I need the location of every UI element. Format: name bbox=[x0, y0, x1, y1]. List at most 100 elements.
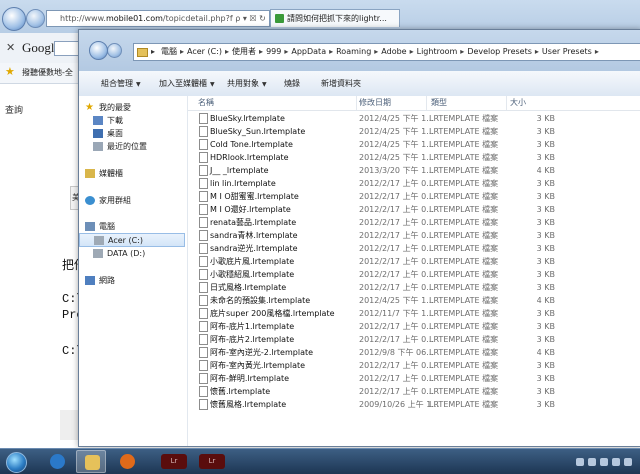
breadcrumb-item[interactable]: AppData bbox=[291, 47, 326, 56]
browser-tab[interactable]: 請問如何把抓下來的lightr... bbox=[270, 9, 400, 27]
column-divider[interactable] bbox=[426, 96, 427, 110]
breadcrumb-separator[interactable]: ▸ bbox=[374, 47, 378, 56]
file-row[interactable]: J__ _lrtemplate 2013/3/20 下午 1... LRTEMPLA… bbox=[188, 164, 640, 177]
tray-network-icon[interactable] bbox=[588, 458, 596, 466]
nav-homegroup[interactable]: 家用群組 bbox=[79, 194, 185, 208]
tray-flag-icon[interactable] bbox=[624, 458, 632, 466]
breadcrumb[interactable]: ▸ 電腦 ▸ Acer (C:) ▸ 使用者 ▸ 999 ▸ AppData ▸ Roaming ▸ A… bbox=[133, 43, 640, 61]
file-row[interactable]: 阿布-底片1.lrtemplate 2012/2/17 上午 0... LRTEMP… bbox=[188, 320, 640, 333]
breadcrumb-item[interactable]: 999 bbox=[266, 47, 281, 56]
share-with-button[interactable]: 共用對象 ▼ bbox=[227, 78, 267, 89]
nav-libraries[interactable]: 媒體櫃 bbox=[79, 167, 185, 181]
file-row[interactable]: 阿布-室內逆光-2.lrtemplate 2012/9/8 下午 06... LRT… bbox=[188, 346, 640, 359]
forward-arrow-icon[interactable] bbox=[26, 9, 45, 28]
breadcrumb-item[interactable]: Roaming bbox=[336, 47, 371, 56]
breadcrumb-separator[interactable]: ▸ bbox=[460, 47, 464, 56]
file-date: 2012/2/17 上午 0... bbox=[359, 374, 434, 383]
file-row[interactable]: 阿布-底片2.lrtemplate 2012/2/17 上午 0... LRTEMP… bbox=[188, 333, 640, 346]
column-type[interactable]: 類型 bbox=[431, 97, 447, 108]
file-row[interactable]: 未命名的預設集.lrtemplate 2012/4/25 下午 1... LRTEM… bbox=[188, 294, 640, 307]
burn-button[interactable]: 燒錄 bbox=[284, 78, 300, 89]
breadcrumb-item[interactable]: 電腦 bbox=[161, 47, 177, 56]
favorites-star-icon[interactable]: ★ bbox=[5, 65, 15, 78]
file-row[interactable]: BlueSky_Sun.lrtemplate 2012/4/25 下午 1... L… bbox=[188, 125, 640, 138]
breadcrumb-item[interactable]: Adobe bbox=[381, 47, 406, 56]
favorites-link[interactable]: 撥聽優數地-全 bbox=[22, 67, 73, 78]
include-in-library-button[interactable]: 加入至媒體櫃 ▼ bbox=[159, 78, 215, 89]
forward-arrow-icon[interactable] bbox=[107, 43, 122, 58]
breadcrumb-separator[interactable]: ▸ bbox=[180, 47, 184, 56]
column-size[interactable]: 大小 bbox=[510, 97, 526, 108]
breadcrumb-separator[interactable]: ▸ bbox=[259, 47, 263, 56]
file-row[interactable]: 阿布-鮮明.lrtemplate 2012/2/17 上午 0... LRTEMPL… bbox=[188, 372, 640, 385]
nav-desktop[interactable]: 桌面 bbox=[79, 127, 185, 141]
file-size: 3 KB bbox=[536, 218, 555, 227]
file-row[interactable]: sandra青林.lrtemplate 2012/2/17 上午 0... LRTE… bbox=[188, 229, 640, 242]
file-row[interactable]: BlueSky.lrtemplate 2012/4/25 下午 1... LRTEM… bbox=[188, 112, 640, 125]
taskbar: Lr Lr bbox=[0, 448, 640, 474]
system-tray bbox=[572, 451, 636, 473]
file-date: 2012/9/8 下午 06... bbox=[359, 348, 434, 357]
breadcrumb-item[interactable]: User Presets bbox=[542, 47, 592, 56]
column-divider[interactable] bbox=[506, 96, 507, 110]
nav-drive-d[interactable]: DATA (D:) bbox=[79, 247, 185, 261]
taskbar-lightroom[interactable]: Lr bbox=[156, 450, 194, 473]
file-name: 阿布-底片1.lrtemplate bbox=[210, 322, 295, 331]
file-row[interactable]: HDRlook.lrtemplate 2012/4/25 下午 1... LRTEM… bbox=[188, 151, 640, 164]
file-row[interactable]: lin lin.lrtemplate 2012/2/17 上午 0... LRTEM… bbox=[188, 177, 640, 190]
file-date: 2012/2/17 上午 0... bbox=[359, 257, 434, 266]
breadcrumb-separator[interactable]: ▸ bbox=[225, 47, 229, 56]
back-arrow-icon[interactable] bbox=[89, 41, 108, 60]
file-name: BlueSky_Sun.lrtemplate bbox=[210, 127, 306, 136]
breadcrumb-item[interactable]: Acer (C:) bbox=[187, 47, 222, 56]
breadcrumb-separator[interactable]: ▸ bbox=[535, 47, 539, 56]
nav-network[interactable]: 網路 bbox=[79, 274, 185, 288]
column-date[interactable]: 修改日期 bbox=[359, 97, 391, 108]
file-date: 2012/2/17 上午 0... bbox=[359, 283, 434, 292]
breadcrumb-separator[interactable]: ▸ bbox=[284, 47, 288, 56]
url-controls[interactable]: ρ ▾ ☒ ↻ ✕ bbox=[235, 14, 269, 23]
taskbar-explorer[interactable] bbox=[76, 450, 106, 473]
back-arrow-icon[interactable] bbox=[2, 7, 26, 31]
breadcrumb-separator[interactable]: ▸ bbox=[410, 47, 414, 56]
breadcrumb-item[interactable]: 使用者 bbox=[232, 47, 256, 56]
breadcrumb-separator[interactable]: ▸ bbox=[595, 47, 599, 56]
column-divider[interactable] bbox=[356, 96, 357, 110]
column-name[interactable]: 名稱 bbox=[198, 97, 214, 108]
file-row[interactable]: M I O甜蜜蜜.lrtemplate 2012/2/17 上午 0... LRTE… bbox=[188, 190, 640, 203]
file-row[interactable]: 小歌底片風.lrtemplate 2012/2/17 上午 0... LRTEMPL… bbox=[188, 255, 640, 268]
tray-arrow-icon[interactable] bbox=[576, 458, 584, 466]
file-row[interactable]: sandra逆光.lrtemplate 2012/2/17 上午 0... LRTE… bbox=[188, 242, 640, 255]
file-row[interactable]: 懷舊.lrtemplate 2012/2/17 上午 0... LRTEMPLATE… bbox=[188, 385, 640, 398]
new-folder-button[interactable]: 新增資料夾 bbox=[321, 78, 361, 89]
breadcrumb-item[interactable]: Develop Presets bbox=[467, 47, 532, 56]
breadcrumb-item[interactable]: Lightroom bbox=[417, 47, 458, 56]
taskbar-media-player[interactable] bbox=[112, 450, 142, 473]
file-row[interactable]: renata藝品.lrtemplate 2012/2/17 上午 0... LRTE… bbox=[188, 216, 640, 229]
file-row[interactable]: 懷舊風格.lrtemplate 2009/10/26 上午 1... LRTEMPL… bbox=[188, 398, 640, 411]
breadcrumb-separator[interactable]: ▸ bbox=[329, 47, 333, 56]
taskbar-ie[interactable] bbox=[42, 450, 72, 473]
file-name: 小歌底片風.lrtemplate bbox=[210, 257, 295, 266]
organize-button[interactable]: 組合管理 ▼ bbox=[101, 78, 141, 89]
nav-recent[interactable]: 最近的位置 bbox=[79, 140, 185, 154]
file-row[interactable]: 小歌穩紹風.lrtemplate 2012/2/17 上午 0... LRTEMPL… bbox=[188, 268, 640, 281]
file-row[interactable]: 日式風格.lrtemplate 2012/2/17 上午 0... LRTEMPLA… bbox=[188, 281, 640, 294]
file-row[interactable]: M I O還好.lrtemplate 2012/2/17 上午 0... LRTEM… bbox=[188, 203, 640, 216]
nav-drive-c[interactable]: Acer (C:) bbox=[79, 233, 185, 247]
nav-favorites[interactable]: ★ 我的最愛 bbox=[79, 101, 185, 115]
address-bar[interactable]: http://www.mobile01.com/topicdetail.php?… bbox=[46, 10, 270, 27]
file-row[interactable]: Cold Tone.lrtemplate 2012/4/25 下午 1... LRT… bbox=[188, 138, 640, 151]
nav-downloads[interactable]: 下載 bbox=[79, 114, 185, 128]
tray-volume-icon[interactable] bbox=[600, 458, 608, 466]
file-row[interactable]: 底片super 200風格檔.lrtemplate 2012/11/7 下午 1.… bbox=[188, 307, 640, 320]
file-size: 3 KB bbox=[536, 335, 555, 344]
nav-computer[interactable]: 電腦 bbox=[79, 220, 185, 234]
taskbar-lightroom[interactable]: Lr bbox=[194, 450, 232, 473]
file-icon bbox=[199, 152, 208, 163]
file-row[interactable]: 阿布-室內黃光.lrtemplate 2012/2/17 上午 0... LRTEM… bbox=[188, 359, 640, 372]
file-icon bbox=[199, 308, 208, 319]
start-button[interactable] bbox=[0, 449, 30, 474]
tray-power-icon[interactable] bbox=[612, 458, 620, 466]
close-toolbar-icon[interactable]: ✕ bbox=[6, 41, 15, 54]
